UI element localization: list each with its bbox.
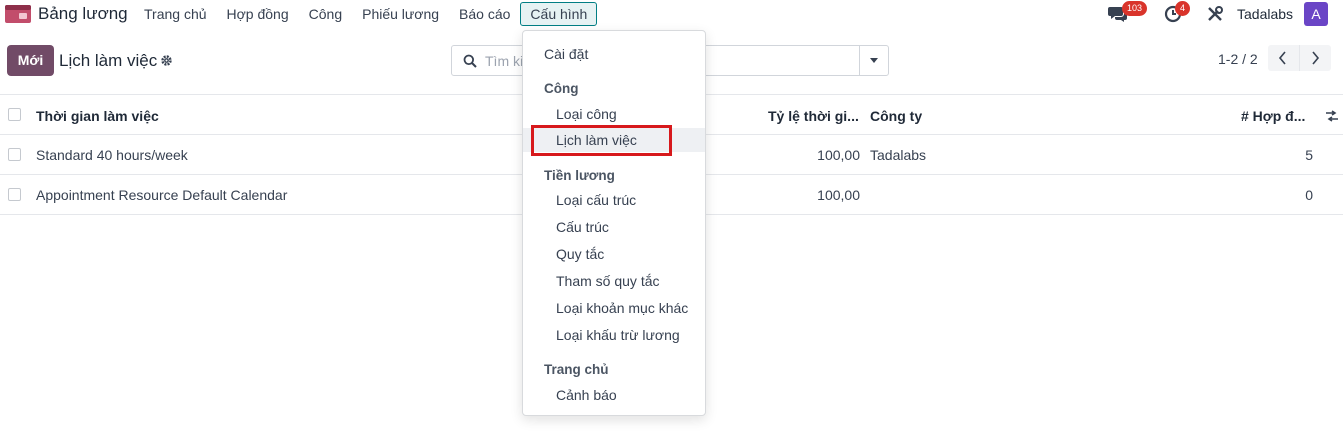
cell-ratio: 100,00 (817, 187, 860, 203)
gear-icon[interactable] (160, 54, 173, 67)
menu-work-entries[interactable]: Công (299, 2, 352, 26)
pager-next-button[interactable] (1299, 45, 1330, 71)
menu-home[interactable]: Trang chủ (134, 2, 217, 26)
select-all-checkbox[interactable] (8, 108, 21, 121)
pager-buttons (1268, 45, 1331, 71)
cell-name: Appointment Resource Default Calendar (36, 187, 288, 203)
menu-item-warnings[interactable]: Cảnh báo (523, 383, 705, 407)
menu-contracts[interactable]: Hợp đồng (217, 2, 299, 26)
menu-item-work-entry-types[interactable]: Loại công (523, 102, 705, 126)
messages-badge: 103 (1122, 1, 1148, 16)
menu-item-structures[interactable]: Cấu trúc (523, 215, 705, 239)
chevron-down-icon (870, 58, 878, 63)
page-title: Lịch làm việc (59, 51, 158, 70)
menu-configuration[interactable]: Cấu hình (520, 2, 598, 26)
cell-contracts: 5 (1305, 147, 1313, 163)
cell-company: Tadalabs (870, 147, 927, 163)
payroll-app-icon[interactable] (5, 5, 31, 23)
pager-previous-button[interactable] (1268, 45, 1299, 71)
app-name[interactable]: Bảng lương (38, 4, 128, 24)
menu-item-structure-types[interactable]: Loại cấu trúc (523, 188, 705, 212)
top-navbar: Bảng lương Trang chủ Hợp đồng Công Phiếu… (0, 0, 1343, 30)
search-options-toggle[interactable] (859, 46, 888, 75)
cell-ratio: 100,00 (817, 147, 860, 163)
optional-columns-icon[interactable] (1325, 109, 1339, 123)
column-time-ratio[interactable]: Tỷ lệ thời gi... (768, 108, 859, 124)
configuration-dropdown: Cài đặt Công Loại công Lịch làm việc Tiề… (522, 30, 706, 416)
menu-item-other-input-types[interactable]: Loại khoản mục khác (523, 296, 705, 320)
menu-reporting[interactable]: Báo cáo (449, 2, 520, 26)
company-switcher[interactable]: Tadalabs (1237, 6, 1293, 22)
chevron-right-icon (1312, 51, 1320, 65)
menu-section-work-entries: Công (544, 81, 579, 96)
highlight-annotation-box (531, 125, 672, 156)
search-icon[interactable] (463, 54, 477, 68)
row-checkbox[interactable] (8, 148, 21, 161)
menu-item-deduction-types[interactable]: Loại khấu trừ lương (523, 323, 705, 347)
tools-icon[interactable] (1206, 5, 1224, 23)
menu-item-rule-parameters[interactable]: Tham số quy tắc (523, 269, 705, 293)
pager-value[interactable]: 1-2 / 2 (1218, 51, 1258, 67)
menu-section-salary: Tiền lương (544, 168, 615, 183)
activities-badge: 4 (1175, 1, 1191, 16)
new-button[interactable]: Mới (7, 45, 54, 76)
chevron-left-icon (1278, 51, 1286, 65)
menu-payslips[interactable]: Phiếu lương (352, 2, 449, 26)
main-menu: Trang chủ Hợp đồng Công Phiếu lương Báo … (134, 2, 598, 26)
column-working-time[interactable]: Thời gian làm việc (36, 108, 159, 124)
user-avatar[interactable]: A (1304, 2, 1328, 26)
menu-item-settings[interactable]: Cài đặt (523, 42, 705, 66)
row-checkbox[interactable] (8, 188, 21, 201)
cell-contracts: 0 (1305, 187, 1313, 203)
menu-section-home: Trang chủ (544, 362, 609, 377)
column-contracts-count[interactable]: # Hợp đ... (1241, 108, 1305, 124)
menu-item-rules[interactable]: Quy tắc (523, 242, 705, 266)
column-company[interactable]: Công ty (870, 108, 922, 124)
cell-name: Standard 40 hours/week (36, 147, 188, 163)
